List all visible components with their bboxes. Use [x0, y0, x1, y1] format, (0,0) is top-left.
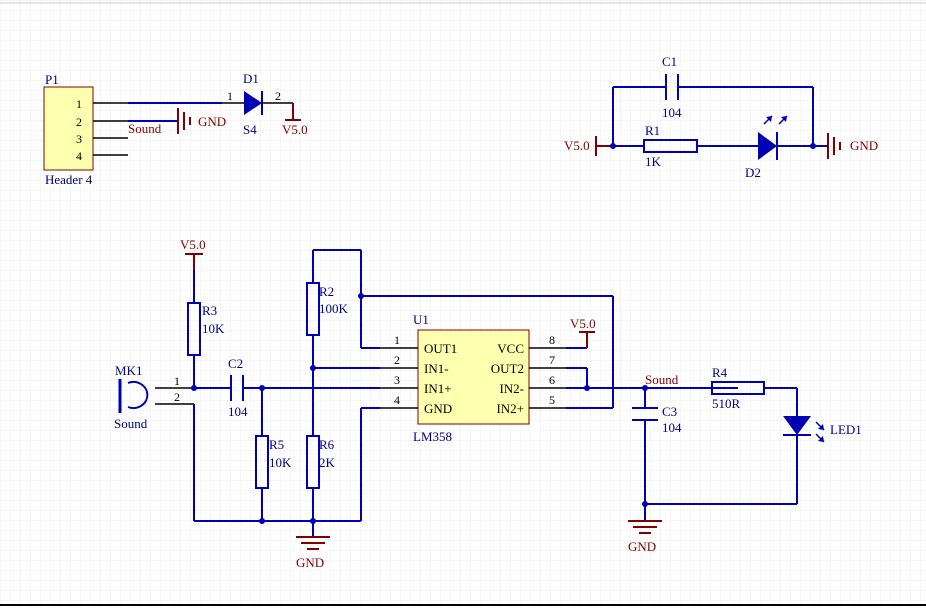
d1-ref: D1	[243, 71, 259, 86]
u1-pin-num-6: 6	[549, 373, 555, 387]
vcc-label-d1: V5.0	[282, 122, 308, 137]
u1-pin-name-gnd: GND	[424, 401, 452, 416]
d1-pin2: 2	[275, 89, 281, 103]
junction-out2	[584, 385, 590, 391]
header-pin-2: 2	[76, 115, 82, 129]
c3-value: 104	[662, 420, 682, 435]
header-pin-1: 1	[76, 97, 82, 111]
r5-value: 10K	[269, 455, 292, 470]
u1-pin-num-5: 5	[549, 393, 555, 407]
u1-pin-name-in2p: IN2+	[496, 401, 524, 416]
u1-pin-name-in1n: IN1-	[424, 361, 449, 376]
gnd-label-main: GND	[296, 555, 324, 570]
gnd-label-header: GND	[198, 114, 226, 129]
u1-pin-num-8: 8	[549, 333, 555, 347]
u1-pin-name-in1p: IN1+	[424, 381, 452, 396]
r3-ref: R3	[202, 303, 217, 318]
u1-pin-num-2: 2	[394, 353, 400, 367]
gnd-label-c3: GND	[628, 539, 656, 554]
r1-ref: R1	[645, 123, 660, 138]
mk1-pin1: 1	[174, 374, 180, 388]
header-pin-3: 3	[76, 132, 82, 146]
mk1-pin2: 2	[174, 390, 180, 404]
junction-d2-right	[810, 143, 816, 149]
schematic-sheet: P1 Header 4 1 2 3 4 GND Sound D1 S4 1 2 …	[0, 0, 926, 609]
u1-pin-name-in2n: IN2-	[499, 381, 524, 396]
r6-value: 2K	[319, 455, 336, 470]
header-body	[43, 86, 94, 171]
vcc-label-r1: V5.0	[564, 138, 590, 153]
r6-ref: R6	[319, 437, 335, 452]
led1-ref: LED1	[830, 422, 862, 437]
r3-value: 10K	[202, 321, 225, 336]
u1-ref: U1	[413, 312, 429, 327]
r4-value: 510R	[712, 396, 741, 411]
r4-ref: R4	[712, 365, 728, 380]
sound-net-label-header: Sound	[128, 121, 162, 136]
u1-pin-num-4: 4	[394, 393, 400, 407]
u1-pin-num-3: 3	[394, 373, 400, 387]
d1-pin1: 1	[227, 89, 233, 103]
u1-pin-name-vcc: VCC	[497, 341, 524, 356]
u1-pin-num-1: 1	[394, 333, 400, 347]
mk1-value: Sound	[114, 416, 148, 431]
r2-value: 100K	[319, 301, 349, 316]
c3-ref: C3	[662, 404, 677, 419]
u1-pin-name-out2: OUT2	[491, 361, 524, 376]
junction-r1-left	[610, 143, 616, 149]
header-pin-4: 4	[76, 149, 82, 163]
vcc-label-r3: V5.0	[180, 237, 206, 252]
r2-ref: R2	[319, 284, 334, 299]
gnd-label-d2: GND	[850, 138, 878, 153]
header-name: Header 4	[45, 172, 93, 187]
c1-value: 104	[662, 105, 682, 120]
junction-gnd-r5	[259, 518, 265, 524]
r1-value: 1K	[645, 154, 662, 169]
d1-value: S4	[243, 122, 257, 137]
mk1-ref: MK1	[115, 363, 142, 378]
header-ref: P1	[45, 72, 59, 87]
d2-ref: D2	[745, 165, 761, 180]
vcc-label-u1: V5.0	[570, 316, 596, 331]
u1-pin-num-7: 7	[549, 353, 555, 367]
schematic-canvas: P1 Header 4 1 2 3 4 GND Sound D1 S4 1 2 …	[0, 0, 926, 609]
u1-pin-name-out1: OUT1	[424, 341, 457, 356]
junction-gnd-r6	[310, 518, 316, 524]
c2-ref: C2	[228, 356, 243, 371]
sound-net-label: Sound	[645, 372, 679, 387]
grid-background	[0, 0, 926, 609]
r5-ref: R5	[269, 437, 284, 452]
u1-value: LM358	[413, 429, 452, 444]
c1-ref: C1	[662, 54, 677, 69]
c2-value: 104	[228, 404, 248, 419]
